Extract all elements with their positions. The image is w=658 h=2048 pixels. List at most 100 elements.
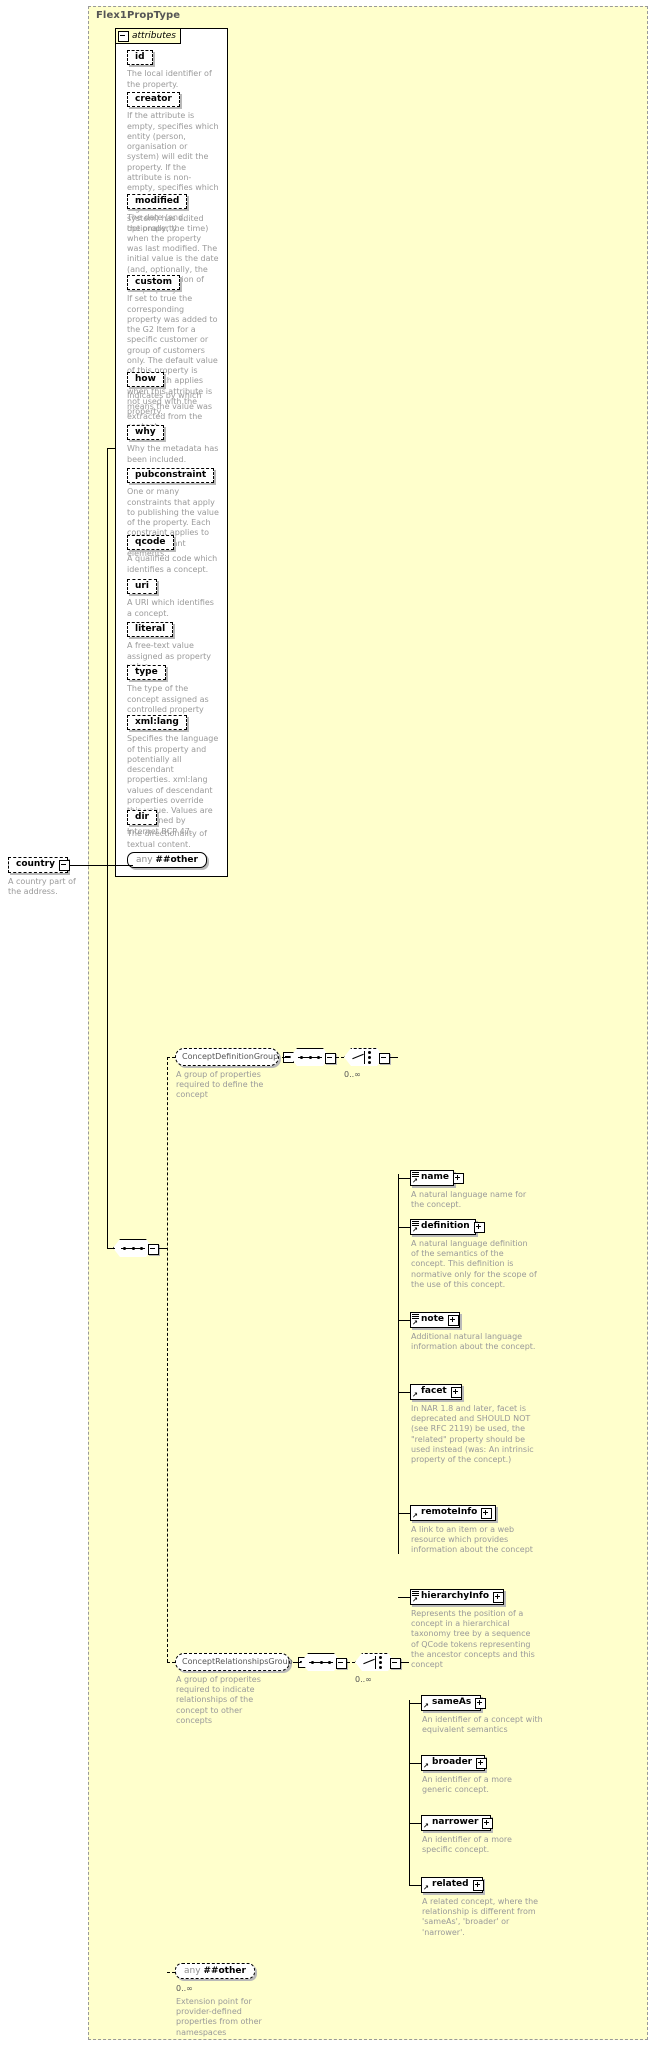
connector-cdg-spine bbox=[398, 1174, 399, 1554]
element-related[interactable]: ↗ related bbox=[421, 1877, 484, 1893]
element-facet[interactable]: ↗ facet bbox=[410, 1384, 462, 1400]
attribute-arrow-icon: ↗ bbox=[412, 1512, 418, 1520]
connector-member bbox=[398, 1320, 410, 1321]
expand-plus-icon[interactable] bbox=[448, 1314, 459, 1326]
attribute-qcode: qcode A qualified code which identifies … bbox=[115, 535, 228, 575]
collapse-minus-icon[interactable] bbox=[379, 1053, 390, 1064]
extension-description: Extension point for provider-defined pro… bbox=[176, 1997, 262, 2037]
expand-plus-icon[interactable] bbox=[472, 1879, 484, 1891]
element-sameas[interactable]: ↗ sameAs bbox=[421, 1695, 487, 1711]
element-description: A natural language name for the concept. bbox=[411, 1190, 527, 1210]
element-remoteinfo[interactable]: ↗ remoteInfo bbox=[410, 1505, 496, 1521]
element-label: country bbox=[16, 859, 55, 870]
element-label: name bbox=[421, 1172, 449, 1183]
element-description: An identifier of a more specific concept… bbox=[422, 1835, 512, 1855]
attribute-uri: uri A URI which identifies a concept. bbox=[115, 579, 228, 619]
element-label: facet bbox=[421, 1386, 447, 1397]
choice-node-cdg[interactable] bbox=[344, 1048, 390, 1068]
attribute-box[interactable]: pubconstraint bbox=[127, 468, 215, 484]
attribute-arrow-icon: ↗ bbox=[412, 1226, 418, 1234]
attribute-how: how Indicates by which means the value w… bbox=[115, 372, 228, 432]
element-description: A related concept, where the relationshi… bbox=[422, 1897, 539, 1937]
sequence-node-cdg[interactable] bbox=[290, 1048, 336, 1068]
element-name[interactable]: ↗ name bbox=[410, 1170, 464, 1186]
attribute-box[interactable]: dir bbox=[127, 810, 157, 826]
connector-member bbox=[398, 1597, 410, 1598]
connector-member bbox=[409, 1763, 421, 1764]
connector-groups-vertical bbox=[167, 1057, 168, 1662]
attribute-description: The directionality of textual content. bbox=[127, 829, 207, 849]
attribute-dir: dir The directionality of textual conten… bbox=[115, 810, 228, 850]
expand-plus-icon[interactable] bbox=[476, 1757, 488, 1769]
attribute-arrow-icon: ↗ bbox=[423, 1702, 429, 1710]
attribute-box[interactable]: type bbox=[127, 665, 166, 681]
connector-member bbox=[398, 1392, 410, 1393]
connector-crg-out bbox=[401, 1662, 409, 1663]
connector-crg-choice-in bbox=[347, 1662, 355, 1663]
connector-root-vertical bbox=[107, 448, 108, 1248]
element-description: A natural language definition of the sem… bbox=[411, 1239, 537, 1289]
attribute-box[interactable]: modified bbox=[127, 194, 188, 210]
attribute-box[interactable]: literal bbox=[127, 622, 174, 638]
attribute-arrow-icon: ↗ bbox=[423, 1884, 429, 1892]
connector-member bbox=[409, 1823, 421, 1824]
connector-member bbox=[398, 1227, 410, 1228]
connector-member bbox=[409, 1885, 421, 1886]
element-label: narrower bbox=[432, 1817, 479, 1828]
expand-plus-icon[interactable] bbox=[452, 1172, 464, 1184]
attribute-box[interactable]: why bbox=[127, 425, 164, 441]
connector-crg-seq-in bbox=[293, 1662, 301, 1663]
connector-cdg-out bbox=[390, 1057, 398, 1058]
attribute-description: A URI which identifies a concept. bbox=[127, 598, 214, 618]
element-description: In NAR 1.8 and later, facet is deprecate… bbox=[411, 1404, 534, 1465]
element-description: A country part of the address. bbox=[8, 877, 76, 897]
attribute-arrow-icon: ↗ bbox=[423, 1762, 429, 1770]
attribute-arrow-icon: ↗ bbox=[412, 1177, 418, 1185]
connector-cdg-in bbox=[167, 1057, 175, 1058]
group-concept-relationships[interactable]: ConceptRelationshipsGroup bbox=[175, 1653, 309, 1671]
attribute-box[interactable]: custom bbox=[127, 275, 180, 291]
attribute-id: id The local identifier of the property. bbox=[115, 50, 228, 90]
attributes-header[interactable]: attributes bbox=[115, 28, 181, 44]
element-label: related bbox=[432, 1879, 469, 1890]
attribute-box[interactable]: creator bbox=[127, 92, 180, 108]
any-namespace: ##other bbox=[203, 1966, 246, 1976]
element-narrower[interactable]: ↗ narrower bbox=[421, 1815, 494, 1831]
expand-plus-icon[interactable] bbox=[450, 1386, 462, 1398]
collapse-minus-icon[interactable] bbox=[390, 1658, 401, 1669]
extension-any-other-box[interactable]: any ##other bbox=[175, 1963, 255, 1979]
element-description: An identifier of a concept with equivale… bbox=[422, 1715, 543, 1735]
page-title: Flex1PropType bbox=[96, 10, 181, 21]
attribute-box[interactable]: id bbox=[127, 50, 153, 66]
collapse-minus-icon[interactable] bbox=[325, 1053, 336, 1064]
element-definition[interactable]: ↗ definition bbox=[410, 1219, 485, 1235]
element-label: note bbox=[421, 1314, 444, 1325]
any-other-box[interactable]: any ##other bbox=[127, 852, 207, 868]
element-label: hierarchyInfo bbox=[421, 1591, 490, 1602]
element-broader[interactable]: ↗ broader bbox=[421, 1755, 488, 1771]
expand-plus-icon[interactable] bbox=[482, 1817, 494, 1829]
choice-node-crg[interactable] bbox=[355, 1653, 401, 1673]
sequence-node-crg[interactable] bbox=[301, 1653, 347, 1673]
expand-plus-icon[interactable] bbox=[473, 1221, 485, 1233]
attributes-label: attributes bbox=[132, 31, 176, 41]
attribute-box[interactable]: uri bbox=[127, 579, 157, 595]
expand-plus-icon[interactable] bbox=[475, 1697, 487, 1709]
attribute-description: The local identifier of the property. bbox=[127, 69, 212, 89]
element-country[interactable]: country bbox=[8, 857, 70, 873]
element-description: Additional natural language information … bbox=[411, 1332, 536, 1352]
attribute-box[interactable]: xml:lang bbox=[127, 715, 187, 731]
attribute-box[interactable]: how bbox=[127, 372, 164, 388]
expand-plus-icon[interactable] bbox=[481, 1507, 493, 1519]
element-hierarchyinfo[interactable]: ↗ hierarchyInfo bbox=[410, 1589, 505, 1605]
attribute-box[interactable]: qcode bbox=[127, 535, 174, 551]
collapse-minus-icon[interactable] bbox=[118, 30, 129, 42]
collapse-minus-icon[interactable] bbox=[148, 1244, 159, 1255]
element-note[interactable]: ↗ note bbox=[410, 1312, 460, 1328]
expand-plus-icon[interactable] bbox=[493, 1591, 505, 1603]
group-concept-definition[interactable]: ConceptDefinitionGroup bbox=[175, 1048, 295, 1066]
group-label: ConceptRelationshipsGroup bbox=[182, 1656, 293, 1666]
collapse-minus-icon[interactable] bbox=[336, 1658, 347, 1669]
attribute-description: Why the metadata has been included. bbox=[127, 444, 219, 464]
sequence-node-root[interactable] bbox=[113, 1239, 159, 1259]
